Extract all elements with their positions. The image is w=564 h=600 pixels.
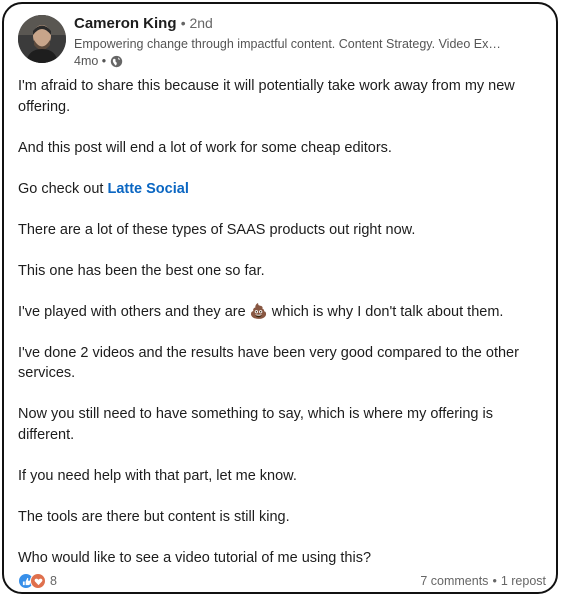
reposts-link[interactable]: 1 repost (501, 574, 546, 588)
globe-icon (110, 55, 123, 68)
post-paragraph: Now you still need to have something to … (18, 406, 493, 443)
connection-degree: • 2nd (180, 15, 213, 31)
poop-emoji: 💩 (249, 303, 268, 320)
post-time: 4mo • (74, 54, 107, 68)
post-footer: 8 7 comments • 1 repost (18, 572, 546, 590)
text-prefix: Go check out (18, 180, 108, 197)
stats-separator: • (492, 574, 497, 588)
post-paragraph: There are a lot of these types of SAAS p… (18, 221, 416, 238)
post-card: Cameron King • 2nd Empowering change thr… (2, 2, 558, 594)
reaction-count: 8 (50, 574, 57, 588)
text-suffix: which is why I don't talk about them. (267, 303, 504, 320)
post-paragraph: Go check out Latte Social (18, 179, 546, 200)
text-prefix: I've played with others and they are (18, 303, 250, 320)
post-paragraph: And this post will end a lot of work for… (18, 139, 392, 156)
love-reaction-icon (30, 573, 46, 589)
post-time-row: 4mo • (74, 54, 123, 68)
latte-social-link[interactable]: Latte Social (107, 181, 188, 197)
post-paragraph: I'm afraid to share this because it will… (18, 78, 515, 115)
post-paragraph: I've played with others and they are 💩 w… (18, 302, 546, 323)
post-paragraph: I've done 2 videos and the results have … (18, 344, 519, 382)
post-body: I'm afraid to share this because it will… (18, 76, 546, 589)
comments-link[interactable]: 7 comments (420, 574, 488, 588)
engagement-stats: 7 comments • 1 repost (420, 574, 546, 588)
author-name-row[interactable]: Cameron King • 2nd (74, 15, 213, 32)
avatar[interactable] (18, 15, 66, 63)
reactions-summary[interactable]: 8 (18, 573, 57, 589)
profile-photo (18, 15, 66, 63)
post-paragraph: The tools are there but content is still… (18, 508, 290, 525)
post-paragraph: This one has been the best one so far. (18, 262, 265, 279)
post-paragraph: Who would like to see a video tutorial o… (18, 549, 372, 566)
author-headline: Empowering change through impactful cont… (74, 37, 501, 51)
post-paragraph: If you need help with that part, let me … (18, 467, 297, 484)
author-name[interactable]: Cameron King (74, 15, 177, 32)
